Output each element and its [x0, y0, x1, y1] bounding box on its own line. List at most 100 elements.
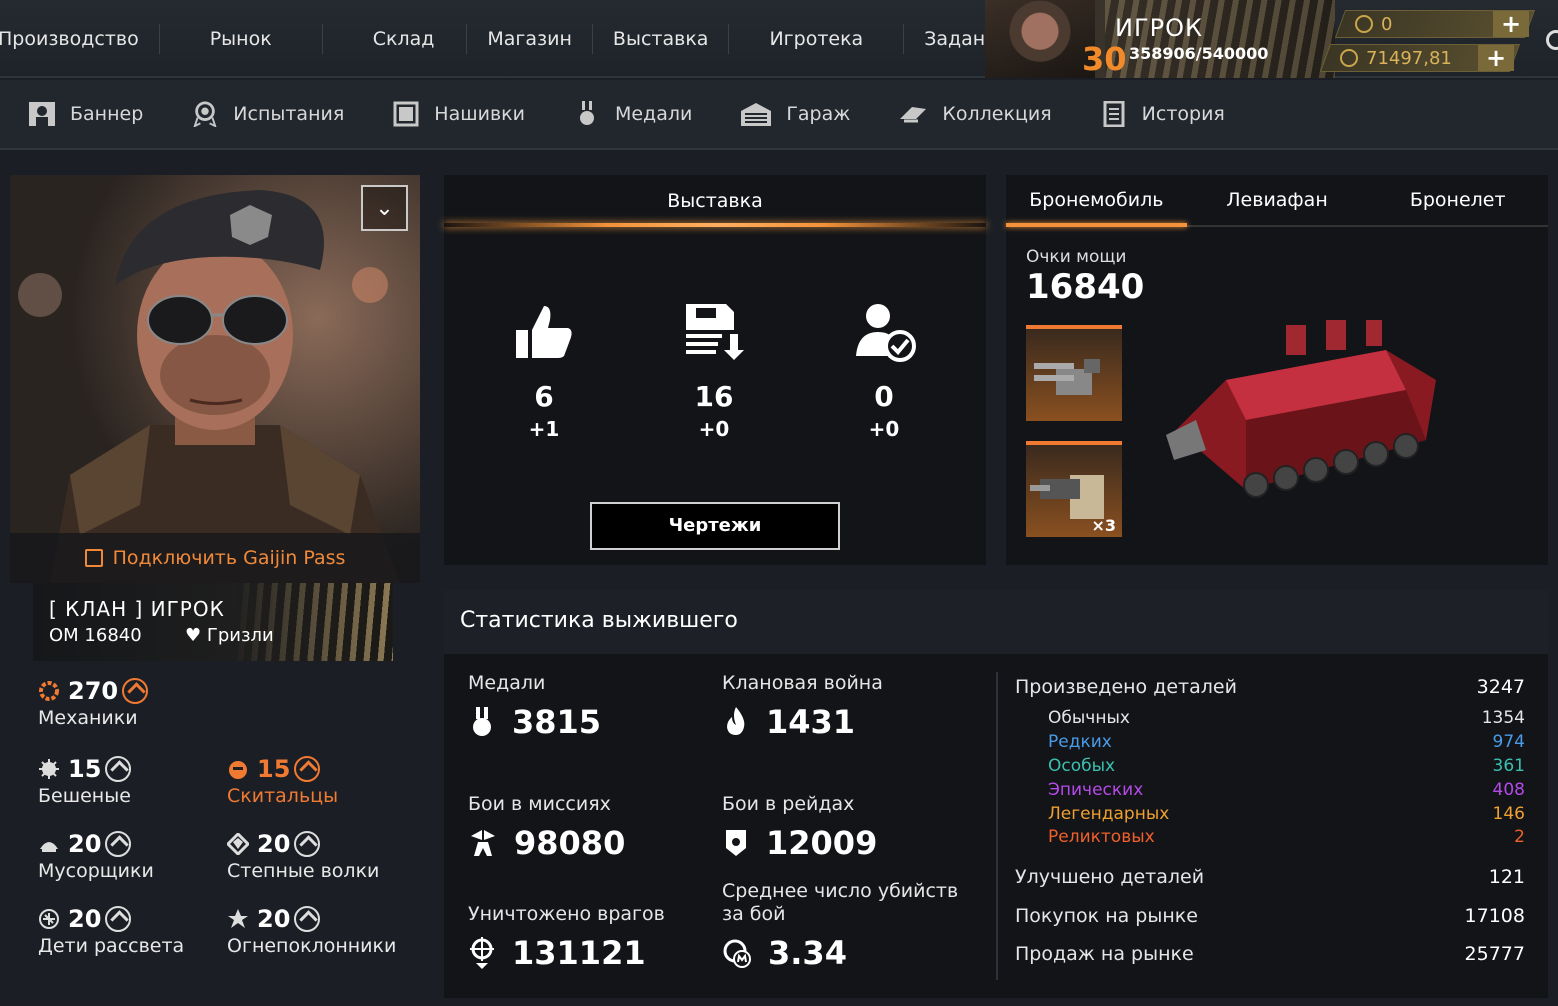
faction-lunatics[interactable]: 15 Бешеные — [38, 755, 132, 807]
downloads-delta: +0 — [698, 417, 730, 441]
stat-raid-battles-value: 12009 — [766, 824, 878, 862]
weapon-part-card[interactable] — [1026, 325, 1122, 421]
rarity-row: Особых 361 — [1015, 756, 1525, 780]
faction-mechanics[interactable]: 270 Механики — [38, 677, 149, 729]
menu-storage[interactable]: Склад — [323, 24, 468, 54]
faction-scavengers-label: Мусорщики — [38, 860, 154, 882]
stat-mission-battles: Бои в миссиях 98080 — [468, 793, 625, 862]
mechanics-icon — [39, 681, 59, 701]
add-coins-button[interactable]: + — [1478, 44, 1514, 72]
power-score: ОМ 16840 — [49, 625, 142, 646]
rarity-row: Эпических 408 — [1015, 780, 1525, 804]
faction-steppe-wolves[interactable]: 20 Степные волки — [227, 830, 379, 882]
firestarters-icon — [228, 909, 248, 928]
tab-patches[interactable]: Нашивки — [392, 101, 525, 127]
market-purchases-value: 17108 — [1464, 905, 1525, 927]
likes-value: 6 — [534, 380, 554, 413]
stat-enemies-destroyed-value: 131121 — [512, 934, 646, 972]
tab-banner-label: Баннер — [70, 103, 144, 125]
tab-history[interactable]: История — [1100, 101, 1225, 127]
tab-aircraft[interactable]: Бронелет — [1367, 175, 1548, 225]
tab-collection-label: Коллекция — [942, 103, 1052, 125]
market-sales-label: Продаж на рынке — [1015, 943, 1194, 965]
rank-badge-icon — [105, 906, 132, 932]
stat-mission-battles-label: Бои в миссиях — [468, 793, 611, 815]
rarity-row: Редких 974 — [1015, 732, 1525, 756]
market-sales-row: Продаж на рынке 25777 — [1015, 943, 1525, 967]
downloads-value: 16 — [694, 380, 734, 413]
medals-icon — [579, 101, 594, 125]
gaijin-pass-label: Подключить Gaijin Pass — [112, 547, 346, 569]
stat-medals: Медали 3815 — [468, 672, 601, 741]
faction-nomads-level: 15 — [257, 755, 291, 783]
rarity-row: Обычных 1354 — [1015, 708, 1525, 732]
subscribers-delta: +0 — [868, 417, 900, 441]
player-nameplate: [ КЛАН ] ИГРОК ОМ 16840 ♥ Гризли — [33, 583, 393, 661]
coin-icon — [1340, 49, 1358, 67]
faction-dawns-children[interactable]: 20 Дети рассвета — [38, 905, 184, 957]
faction-scavengers-level: 20 — [68, 830, 102, 858]
tab-leviathan[interactable]: Левиафан — [1187, 175, 1368, 225]
stat-enemies-destroyed: Уничтожено врагов 131121 — [468, 903, 665, 972]
menu-playground[interactable]: Игротека — [729, 24, 905, 54]
downloads-stat: 16 +0 — [654, 300, 774, 441]
player-xp: 358906/540000 — [1129, 44, 1269, 63]
stat-avg-kills-label: Среднее число убийств за бой — [722, 880, 959, 925]
weapon-part-card[interactable]: ×3 — [1026, 441, 1122, 537]
menu-shop[interactable]: Магазин — [467, 24, 593, 54]
tab-medals[interactable]: Медали — [573, 101, 692, 127]
player-summary[interactable]: ИГРОК 30 358906/540000 — [985, 0, 1335, 78]
faction-firestarters[interactable]: 20 Огнепоклонники — [227, 905, 396, 957]
improved-parts-value: 121 — [1488, 866, 1525, 888]
faction-lunatics-label: Бешеные — [38, 785, 131, 807]
tab-collection[interactable]: Коллекция — [898, 101, 1052, 127]
rarity-epic-label: Эпических — [1048, 780, 1144, 800]
active-tab-indicator — [444, 223, 986, 227]
faction-nomads[interactable]: 15 Скитальцы — [227, 755, 338, 807]
gold-coin-icon — [1355, 15, 1373, 33]
stat-avg-kills-value: 3.34 — [768, 934, 847, 972]
collection-icon — [900, 107, 927, 123]
blueprints-button[interactable]: Чертежи — [590, 502, 840, 550]
faction-firestarters-level: 20 — [257, 905, 291, 933]
rarity-rare-value: 974 — [1492, 732, 1525, 752]
likes-delta: +1 — [528, 417, 560, 441]
thumbs-up-icon — [516, 306, 572, 358]
rarity-row: Реликтовых 2 — [1015, 827, 1525, 851]
crosshair-icon — [470, 937, 494, 969]
subscribers-stat: 0 +0 — [824, 300, 944, 441]
tab-armored-car[interactable]: Бронемобиль — [1006, 175, 1187, 227]
gaijin-pass-link[interactable]: Подключить Gaijin Pass — [10, 533, 420, 583]
exhibition-tab[interactable]: Выставка — [444, 175, 986, 227]
history-icon — [1103, 101, 1125, 127]
avg-kills-icon — [723, 939, 751, 968]
stat-medals-value: 3815 — [512, 703, 602, 741]
rank-badge-icon — [294, 756, 321, 782]
top-bar: Производство Рынок Склад Магазин Выставк… — [0, 0, 1558, 78]
tab-garage[interactable]: Гараж — [740, 101, 850, 127]
menu-market[interactable]: Рынок — [160, 24, 323, 54]
faction-steppe-wolves-level: 20 — [257, 830, 291, 858]
menu-exhibition[interactable]: Выставка — [593, 24, 730, 54]
tab-garage-label: Гараж — [786, 103, 851, 125]
rarity-legendary-value: 146 — [1492, 804, 1525, 824]
market-purchases-label: Покупок на рынке — [1015, 905, 1198, 927]
gear-icon[interactable] — [1546, 30, 1558, 50]
stat-clan-war: Клановая война 1431 — [722, 672, 883, 741]
power-score-value: 16840 — [1026, 267, 1145, 307]
currency-coins-value: 71497,81 — [1366, 47, 1452, 69]
rank-badge-icon — [105, 756, 132, 782]
menu-production[interactable]: Производство — [0, 24, 160, 54]
steppe-wolves-icon — [227, 833, 249, 855]
tab-banner[interactable]: Баннер — [28, 101, 143, 127]
tab-trials[interactable]: Испытания — [191, 101, 344, 127]
vehicle-render — [1166, 320, 1436, 498]
rank-badge-icon — [122, 678, 149, 704]
stat-raid-battles-label: Бои в рейдах — [722, 793, 855, 815]
portrait-dropdown-button[interactable]: ⌄ — [361, 185, 408, 231]
patches-icon — [393, 101, 419, 127]
add-gold-button[interactable]: + — [1493, 10, 1529, 38]
faction-scavengers[interactable]: 20 Мусорщики — [38, 830, 154, 882]
rarity-legendary-label: Легендарных — [1048, 804, 1170, 824]
improved-parts-row: Улучшено деталей 121 — [1015, 866, 1525, 890]
